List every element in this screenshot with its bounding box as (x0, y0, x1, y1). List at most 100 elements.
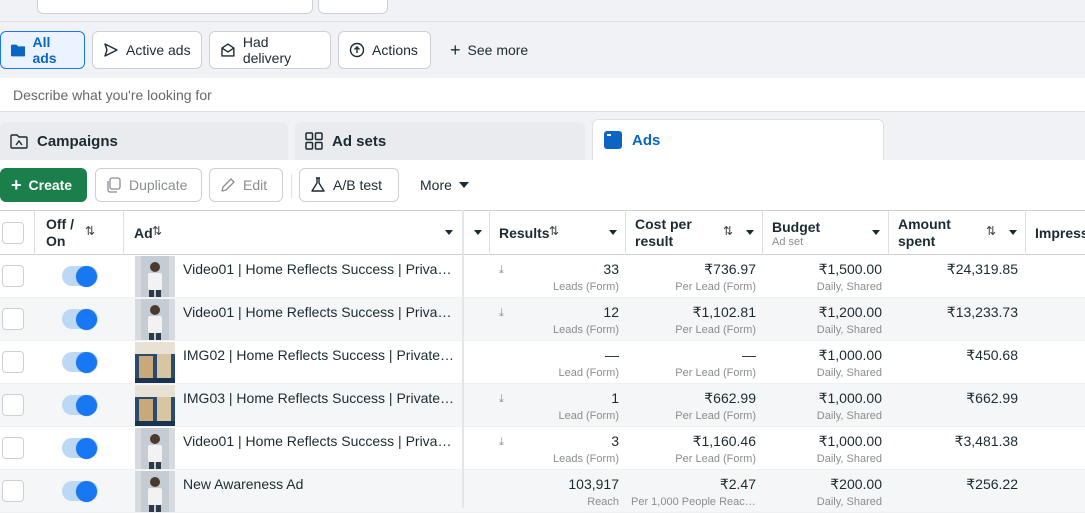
tab-ads-label: Ads (632, 131, 661, 149)
sort-icon[interactable]: ⇅ (85, 224, 95, 238)
duplicate-button[interactable]: Duplicate (95, 168, 202, 202)
results-value: 12 (603, 304, 619, 320)
cost-per-result-type: Per Lead (Form) (675, 453, 756, 465)
search-input[interactable] (0, 78, 1085, 111)
download-icon[interactable]: ⤓ (499, 436, 504, 449)
row-checkbox[interactable] (2, 480, 24, 502)
see-more-button[interactable]: + See more (440, 31, 540, 69)
ad-thumbnail[interactable] (135, 299, 175, 340)
table-row[interactable]: Video01 | Home Reflects Success | Privat… (0, 298, 1085, 341)
had-delivery-button[interactable]: Had delivery (209, 31, 331, 69)
col-cost-menu-icon[interactable] (746, 230, 754, 235)
budget-value[interactable]: ₹1,000.00 (819, 390, 882, 407)
col-amount-spent[interactable]: Amount spent (898, 211, 968, 255)
ad-name-link[interactable]: Video01 | Home Reflects Success | Privat… (183, 433, 455, 449)
col-off-on[interactable]: Off / On (46, 211, 84, 255)
edit-button[interactable]: Edit (209, 168, 283, 202)
ad-thumbnail[interactable] (135, 342, 175, 383)
table-row[interactable]: Video01 | Home Reflects Success | Privat… (0, 255, 1085, 298)
table-row[interactable]: IMG03 | Home Reflects Success | Private … (0, 384, 1085, 427)
sort-icon[interactable]: ⇅ (152, 224, 162, 238)
col-results-menu-icon[interactable] (609, 230, 617, 235)
cost-per-result-value: ₹662.99 (704, 390, 756, 406)
ad-name-link[interactable]: Video01 | Home Reflects Success | Privat… (183, 261, 455, 277)
ad-name-link[interactable]: New Awareness Ad (183, 476, 455, 492)
download-icon[interactable]: ⤓ (499, 307, 504, 320)
row-toggle[interactable] (62, 309, 98, 330)
sort-icon[interactable]: ⇅ (723, 224, 733, 238)
row-toggle[interactable] (62, 352, 98, 373)
row-checkbox[interactable] (2, 265, 24, 287)
download-icon[interactable]: ⤓ (499, 393, 504, 406)
duplicate-label: Duplicate (129, 177, 188, 193)
ab-test-button[interactable]: A/B test (299, 168, 399, 202)
more-label: More (420, 177, 452, 193)
ad-thumbnail[interactable] (135, 256, 175, 297)
row-toggle[interactable] (62, 395, 98, 416)
ad-window-icon (604, 131, 622, 149)
active-ads-button[interactable]: Active ads (92, 31, 202, 69)
col-ad[interactable]: Ad (134, 211, 153, 255)
ad-thumbnail[interactable] (135, 385, 175, 426)
tab-ad-sets-label: Ad sets (332, 132, 387, 150)
select-all-checkbox[interactable] (2, 222, 24, 244)
row-toggle[interactable] (62, 266, 98, 287)
see-more-label: See more (467, 42, 529, 58)
all-ads-button[interactable]: All ads (0, 31, 85, 69)
results-type: Reach (587, 496, 619, 508)
results-type: Leads (Form) (552, 324, 619, 336)
row-checkbox[interactable] (2, 437, 24, 459)
table-row[interactable]: IMG02 | Home Reflects Success | Private … (0, 341, 1085, 384)
table-row[interactable]: New Awareness Ad 103,917 Reach ₹2.47 Per 1,0… (0, 470, 1085, 513)
col-results[interactable]: Results (499, 211, 550, 255)
col-budget-menu-icon[interactable] (872, 230, 880, 235)
sort-icon[interactable]: ⇅ (549, 224, 559, 238)
more-button[interactable]: More (410, 168, 480, 202)
results-type: Lead (Form) (558, 367, 619, 379)
results-value: 3 (611, 433, 619, 449)
results-value: 1 (611, 390, 619, 406)
budget-value[interactable]: ₹1,200.00 (819, 304, 882, 321)
row-checkbox[interactable] (2, 308, 24, 330)
actions-button[interactable]: Actions (338, 31, 431, 69)
col-amount-menu-icon[interactable] (1009, 230, 1017, 235)
table-header: Off / On ⇅ Ad ⇅ Results ⇅ Cost per resul… (0, 210, 1085, 255)
ad-name-link[interactable]: IMG03 | Home Reflects Success | Private … (183, 390, 455, 406)
results-value: 33 (603, 261, 619, 277)
download-icon[interactable]: ⤓ (499, 264, 504, 277)
actions-label: Actions (372, 42, 418, 58)
budget-value[interactable]: ₹1,000.00 (819, 433, 882, 450)
row-toggle[interactable] (62, 481, 98, 502)
col-cost-per-result[interactable]: Cost per result (635, 211, 715, 255)
tab-campaigns[interactable]: Campaigns (0, 122, 288, 160)
ad-thumbnail[interactable] (135, 428, 175, 469)
ad-name-link[interactable]: IMG02 | Home Reflects Success | Private … (183, 347, 455, 363)
duplicate-icon (107, 177, 121, 193)
row-checkbox[interactable] (2, 394, 24, 416)
col-divider (123, 211, 124, 255)
folder-chip[interactable] (37, 0, 313, 14)
ad-name-link[interactable]: Video01 | Home Reflects Success | Privat… (183, 304, 455, 320)
tab-ad-sets[interactable]: Ad sets (295, 122, 585, 160)
expand-chip[interactable] (318, 0, 388, 14)
pinned-menu-icon[interactable] (474, 230, 482, 235)
ad-thumbnail[interactable] (135, 471, 175, 512)
row-toggle[interactable] (62, 438, 98, 459)
col-budget[interactable]: Budget Ad set (772, 211, 820, 255)
budget-value[interactable]: ₹1,000.00 (819, 347, 882, 364)
table-row[interactable]: Video01 | Home Reflects Success | Privat… (0, 427, 1085, 470)
col-results-label: Results (499, 225, 550, 241)
budget-value[interactable]: ₹200.00 (830, 476, 882, 493)
col-impressions[interactable]: Impressions (1035, 211, 1085, 255)
col-divider (625, 211, 626, 255)
col-ad-menu-icon[interactable] (445, 230, 453, 235)
tab-ads[interactable]: Ads (592, 119, 884, 160)
plus-icon: + (11, 175, 22, 195)
col-divider (34, 211, 35, 255)
grid-icon (305, 132, 323, 150)
campaign-folder-icon (10, 134, 28, 149)
budget-value[interactable]: ₹1,500.00 (819, 261, 882, 278)
row-checkbox[interactable] (2, 351, 24, 373)
create-button[interactable]: + Create (0, 168, 87, 202)
sort-icon[interactable]: ⇅ (986, 224, 996, 238)
